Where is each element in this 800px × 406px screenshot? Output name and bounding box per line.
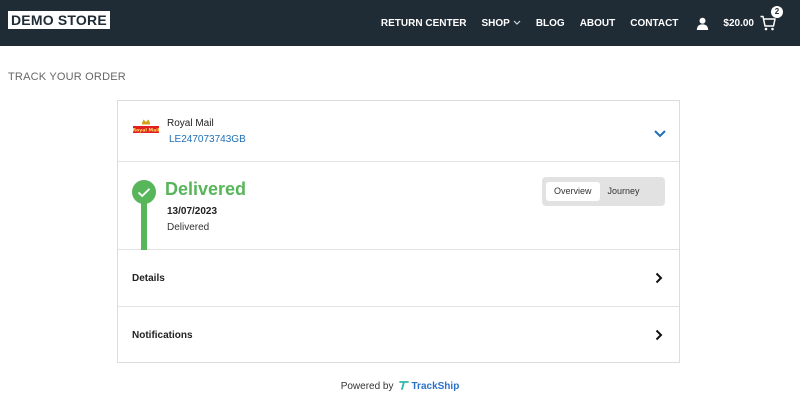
chevron-right-icon[interactable] bbox=[655, 271, 663, 284]
site-header: DEMO STORE RETURN CENTER SHOP BLOG ABOUT… bbox=[0, 0, 800, 46]
status-title: Delivered bbox=[165, 179, 247, 199]
page-title: TRACK YOUR ORDER bbox=[8, 71, 126, 83]
view-toggle: Overview Journey bbox=[542, 177, 665, 206]
toggle-overview[interactable]: Overview bbox=[546, 182, 600, 201]
royal-mail-logo-icon: Royal Mail bbox=[131, 118, 161, 140]
tracking-number-link[interactable]: LE247073743GB bbox=[169, 134, 246, 145]
checkmark-icon bbox=[132, 180, 156, 204]
nav-shop-label: SHOP bbox=[481, 17, 510, 29]
cart-total[interactable]: $20.00 bbox=[723, 18, 754, 29]
provider-logo-text: Royal Mail bbox=[133, 128, 160, 134]
nav-blog[interactable]: BLOG bbox=[536, 18, 565, 29]
nav-shop[interactable]: SHOP bbox=[481, 17, 521, 29]
toggle-journey[interactable]: Journey bbox=[600, 182, 648, 201]
powered-by-text: Powered by bbox=[340, 381, 394, 392]
status-progress-bar bbox=[141, 202, 147, 250]
chevron-right-icon[interactable] bbox=[655, 328, 663, 341]
status-section: Delivered 13/07/2023 Delivered Overview … bbox=[118, 162, 679, 250]
details-label: Details bbox=[132, 273, 165, 284]
details-row[interactable]: Details bbox=[118, 250, 679, 307]
tracking-widget: Royal Mail Royal Mail LE247073743GB Deli… bbox=[117, 100, 680, 363]
status-date: 13/07/2023 bbox=[167, 206, 218, 217]
provider-section: Royal Mail Royal Mail LE247073743GB bbox=[118, 101, 679, 162]
nav-about[interactable]: ABOUT bbox=[580, 18, 616, 29]
cart-count-badge: 2 bbox=[771, 6, 783, 18]
chevron-down-icon[interactable] bbox=[653, 126, 667, 138]
chevron-down-icon bbox=[513, 19, 521, 28]
notifications-label: Notifications bbox=[132, 330, 193, 341]
notifications-row[interactable]: Notifications bbox=[118, 307, 679, 364]
trackship-logo[interactable]: TrackShip bbox=[398, 380, 460, 393]
trackship-brand: TrackShip bbox=[411, 381, 460, 392]
trackship-icon bbox=[398, 380, 412, 393]
status-description: Delivered bbox=[167, 222, 210, 233]
nav-contact[interactable]: CONTACT bbox=[630, 18, 678, 29]
powered-by: Powered by TrackShip bbox=[0, 380, 800, 393]
provider-name: Royal Mail bbox=[167, 118, 214, 129]
store-logo[interactable]: DEMO STORE bbox=[8, 11, 110, 29]
main-nav: RETURN CENTER SHOP BLOG ABOUT CONTACT $2… bbox=[366, 0, 800, 46]
cart-icon[interactable]: 2 bbox=[760, 6, 783, 31]
user-account-icon[interactable] bbox=[695, 16, 709, 30]
nav-return-center[interactable]: RETURN CENTER bbox=[381, 18, 467, 29]
